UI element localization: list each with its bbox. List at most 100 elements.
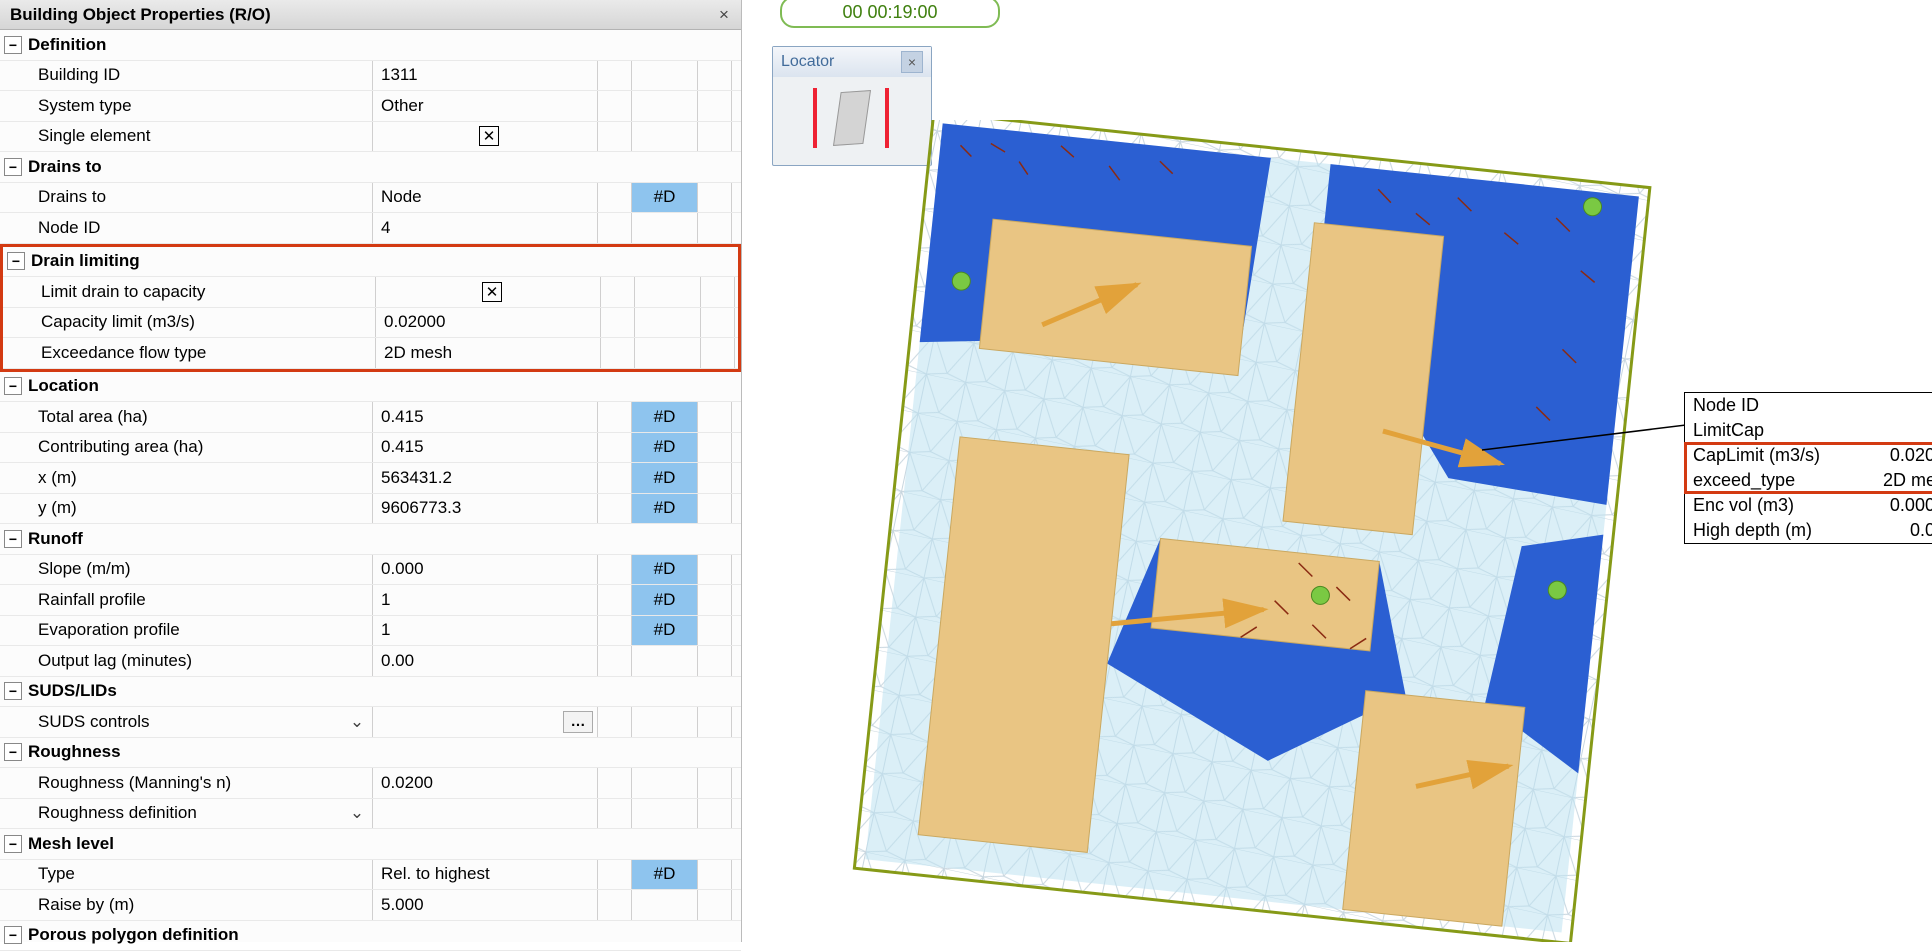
section-suds[interactable]: − SUDS/LIDs [0, 677, 741, 708]
section-drains-to[interactable]: − Drains to [0, 152, 741, 183]
value-cell[interactable]: 4 [372, 213, 598, 243]
section-label: Definition [28, 35, 106, 55]
field-label: Rainfall profile [38, 590, 146, 610]
value-cell[interactable]: ✕ [375, 277, 601, 307]
value-cell[interactable]: 2D mesh [375, 338, 601, 368]
info-label: CapLimit (m3/s) [1693, 445, 1820, 466]
row-drains-to: Drains to Node #D [0, 183, 741, 214]
field-label: Raise by (m) [38, 895, 134, 915]
field-label: Evaporation profile [38, 620, 180, 640]
field-label: Contributing area (ha) [38, 437, 203, 457]
info-value: 0.02000 [1890, 445, 1932, 466]
flag-cell[interactable]: #D [632, 494, 698, 524]
info-value: 0.000 [1910, 520, 1932, 541]
checkbox-icon[interactable]: ✕ [479, 126, 499, 146]
section-location[interactable]: − Location [0, 372, 741, 403]
row-mesh-type: Type Rel. to highest #D [0, 860, 741, 891]
collapse-icon[interactable]: − [7, 252, 25, 270]
info-value: 0.00000 [1890, 495, 1932, 516]
locator-title: Locator [781, 53, 834, 71]
value-cell[interactable]: 0.00 [372, 646, 598, 676]
field-label: Building ID [38, 65, 120, 85]
field-label: Type [38, 864, 75, 884]
flag-cell[interactable]: #D [632, 585, 698, 615]
value-cell[interactable]: 0.000 [372, 555, 598, 585]
value-cell[interactable]: … [372, 707, 598, 737]
value-cell[interactable]: 0.0200 [372, 768, 598, 798]
row-total-area: Total area (ha) 0.415 #D [0, 402, 741, 433]
value-cell[interactable]: 1311 [372, 61, 598, 91]
section-definition[interactable]: − Definition [0, 30, 741, 61]
section-label: Runoff [28, 529, 83, 549]
field-label: Limit drain to capacity [41, 282, 205, 302]
value-cell[interactable]: 1 [372, 585, 598, 615]
collapse-icon[interactable]: − [4, 377, 22, 395]
node-info-tooltip: Node ID1 LimitCap1 CapLimit (m3/s)0.0200… [1684, 392, 1932, 544]
section-roughness[interactable]: − Roughness [0, 738, 741, 769]
section-drain-limiting[interactable]: − Drain limiting [3, 247, 738, 278]
row-exceedance: Exceedance flow type 2D mesh [3, 338, 738, 369]
flag-cell[interactable]: #D [632, 616, 698, 646]
collapse-icon[interactable]: − [4, 158, 22, 176]
info-label: exceed_type [1693, 470, 1795, 491]
simulation-view[interactable]: 00 00:19:00 Locator × [762, 0, 1932, 942]
field-label: Capacity limit (m3/s) [41, 312, 195, 332]
row-capacity-limit: Capacity limit (m3/s) 0.02000 [3, 308, 738, 339]
value-cell[interactable]: 0.415 [372, 402, 598, 432]
flag-cell[interactable]: #D [632, 463, 698, 493]
flag-cell[interactable]: #D [632, 433, 698, 463]
flag-cell[interactable]: #D [632, 183, 698, 213]
field-label: x (m) [38, 468, 77, 488]
row-single-element: Single element ✕ [0, 122, 741, 153]
field-label: Roughness (Manning's n) [38, 773, 231, 793]
collapse-icon[interactable]: − [4, 682, 22, 700]
field-label: Roughness definition [38, 803, 197, 823]
close-icon[interactable]: × [901, 51, 923, 73]
info-label: LimitCap [1693, 420, 1764, 441]
field-label: Drains to [38, 187, 106, 207]
value-cell[interactable]: Other [372, 91, 598, 121]
value-cell[interactable]: 1 [372, 616, 598, 646]
collapse-icon[interactable]: − [4, 743, 22, 761]
flag-cell[interactable]: #D [632, 402, 698, 432]
value-cell[interactable]: ✕ [372, 122, 598, 152]
collapse-icon[interactable]: − [4, 530, 22, 548]
value-cell[interactable]: 0.02000 [375, 308, 601, 338]
value-cell[interactable]: 563431.2 [372, 463, 598, 493]
row-suds-controls: SUDS controls⌄ … [0, 707, 741, 738]
value-cell[interactable] [372, 799, 598, 829]
row-raise-by: Raise by (m) 5.000 [0, 890, 741, 921]
row-roughness-def: Roughness definition ⌄ [0, 799, 741, 830]
checkbox-icon[interactable]: ✕ [482, 282, 502, 302]
locator-extent-left [813, 88, 817, 148]
value-cell[interactable]: 5.000 [372, 890, 598, 920]
panel-title-bar: Building Object Properties (R/O) × [0, 0, 741, 30]
flag-cell[interactable]: #D [632, 860, 698, 890]
field-label: Single element [38, 126, 150, 146]
collapse-icon[interactable]: − [4, 36, 22, 54]
chevron-down-icon[interactable]: ⌄ [348, 803, 366, 823]
ellipsis-button[interactable]: … [563, 711, 593, 733]
value-cell[interactable]: 9606773.3 [372, 494, 598, 524]
section-label: Mesh level [28, 834, 114, 854]
section-runoff[interactable]: − Runoff [0, 524, 741, 555]
row-output-lag: Output lag (minutes) 0.00 [0, 646, 741, 677]
mesh-map[interactable] [822, 120, 1722, 942]
flag-cell[interactable]: #D [632, 555, 698, 585]
section-mesh-level[interactable]: − Mesh level [0, 829, 741, 860]
value-cell[interactable]: Rel. to highest [372, 860, 598, 890]
section-label: Roughness [28, 742, 121, 762]
row-y: y (m) 9606773.3 #D [0, 494, 741, 525]
value-cell[interactable]: Node [372, 183, 598, 213]
section-label: Location [28, 376, 99, 396]
row-rainfall: Rainfall profile 1 #D [0, 585, 741, 616]
info-label: High depth (m) [1693, 520, 1812, 541]
section-porous[interactable]: − Porous polygon definition [0, 921, 741, 951]
field-label: Exceedance flow type [41, 343, 206, 363]
close-icon[interactable]: × [711, 2, 737, 28]
chevron-down-icon[interactable]: ⌄ [348, 712, 366, 732]
value-cell[interactable]: 0.415 [372, 433, 598, 463]
row-contrib-area: Contributing area (ha) 0.415 #D [0, 433, 741, 464]
collapse-icon[interactable]: − [4, 835, 22, 853]
simulation-time: 00 00:19:00 [780, 0, 1000, 28]
